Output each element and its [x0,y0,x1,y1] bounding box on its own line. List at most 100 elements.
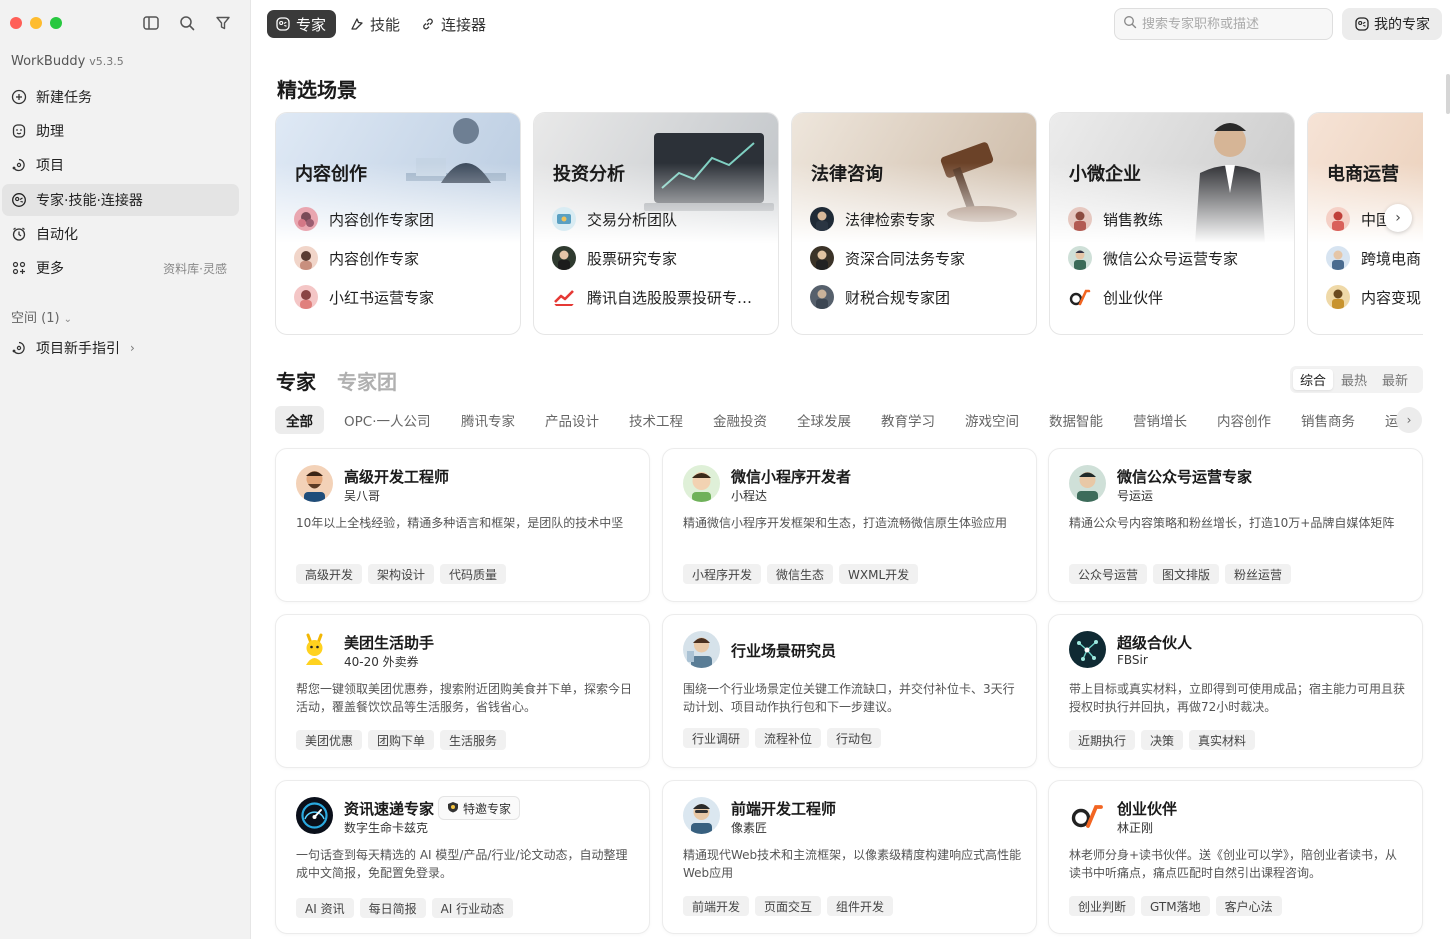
category-item[interactable]: 全球发展 [786,406,862,434]
expert-name: 高级开发工程师 [344,468,450,486]
expert-card[interactable]: 高级开发工程师 吴八哥 10年以上全栈经验，精通多种语言和框架，是团队的技术中坚… [275,448,650,602]
nav-assistant[interactable]: 助理 [2,115,239,147]
scene-item[interactable]: 财税合规专家团 [810,285,950,309]
scene-item[interactable]: 资深合同法务专家 [810,246,965,270]
scene-card-content-creation[interactable]: 内容创作 内容创作专家团 内容创作专家 小红书运营专家 [275,112,521,335]
category-item[interactable]: 营销增长 [1122,406,1198,434]
nav-more-extra[interactable]: 资料库·灵感 [163,260,227,277]
nav-project[interactable]: 项目 [2,149,239,181]
tab-experts[interactable]: 专家 [267,10,337,38]
tag: 粉丝运营 [1225,564,1292,584]
nav-experts-skills-connectors[interactable]: 专家·技能·连接器 [2,184,239,216]
project-icon [11,340,27,356]
version-label: v5.3.5 [89,55,124,68]
scene-item[interactable]: 小红书运营专家 [294,285,434,309]
tab-expert-teams[interactable]: 专家团 [337,366,397,395]
space-section-toggle[interactable]: 空间 (1) ⌄ [11,307,72,326]
scene-card-investment[interactable]: 投资分析 交易分析团队 股票研究专家 腾讯自选股股票投研专… [533,112,779,335]
category-item[interactable]: 数据智能 [1038,406,1114,434]
tag: 流程补位 [755,728,822,748]
expert-card[interactable]: 微信小程序开发者 小程达 精通微信小程序开发框架和生态，打造流畅微信原生体验应用… [662,448,1037,602]
automation-icon [11,226,27,242]
nav-project-guide[interactable]: 项目新手指引 › [2,332,239,364]
sort-comprehensive[interactable]: 综合 [1293,369,1334,390]
link-icon [420,16,436,32]
expert-card[interactable]: 前端开发工程师 像素匠 精通现代Web技术和主流框架，以像素级精度构建响应式高性… [662,780,1037,934]
window-zoom-button[interactable] [50,17,62,29]
scrollbar-thumb[interactable] [1446,74,1450,114]
expert-author: 小程达 [731,489,768,503]
category-next-button[interactable]: › [1396,407,1422,433]
scene-item[interactable]: 交易分析团队 [552,207,677,231]
carousel-next-button[interactable]: › [1384,204,1412,232]
nav-more[interactable]: 更多 资料库·灵感 [2,252,239,284]
expert-name: 微信公众号运营专家 [1117,468,1253,486]
expert-card[interactable]: 资讯速递专家 特邀专家 数字生命卡兹克 一句话查到每天精选的 AI 模型/产品/… [275,780,650,934]
category-all[interactable]: 全部 [275,406,324,434]
scene-item[interactable]: 内容创作专家 [294,246,419,270]
scene-item[interactable]: 内容变现 [1326,285,1421,309]
avatar [1069,465,1106,502]
scene-item[interactable]: 微信公众号运营专家 [1068,246,1238,270]
tab-connectors[interactable]: 连接器 [412,10,496,38]
shield-icon [447,801,459,816]
expert-card[interactable]: 创业伙伴 林正刚 林老师分身+读书伙伴。送《创业可以学》，陪创业者读书，从读书中… [1048,780,1423,934]
avatar [810,246,834,270]
tab-skills[interactable]: 技能 [341,10,410,38]
category-item[interactable]: OPC·一人公司 [333,406,441,434]
category-item[interactable]: 教育学习 [870,406,946,434]
search-icon [1123,15,1137,33]
nav-new-task[interactable]: 新建任务 [2,81,239,113]
window-minimize-button[interactable] [30,17,42,29]
category-bar: 全部 OPC·一人公司 腾讯专家 产品设计 技术工程 金融投资 全球发展 教育学… [275,406,1423,434]
expert-card[interactable]: 微信公众号运营专家 号运运 精通公众号内容策略和粉丝增长，打造10万+品牌自媒体… [1048,448,1423,602]
scene-item[interactable]: 股票研究专家 [552,246,677,270]
chevron-right-icon: › [130,341,135,355]
tag-list: 近期执行 决策 真实材料 [1069,730,1261,750]
search-input[interactable] [1142,16,1327,32]
search-icon[interactable] [178,14,196,32]
expert-name: 微信小程序开发者 [731,468,852,486]
scene-item[interactable]: 法律检索专家 [810,207,935,231]
avatar [810,285,834,309]
avatar [1326,285,1350,309]
filter-icon[interactable] [214,14,232,32]
nav-label: 项目新手指引 [36,341,120,357]
my-experts-button[interactable]: 我的专家 [1342,8,1442,40]
space-label: 空间 (1) [11,311,60,326]
category-item[interactable]: 内容创作 [1206,406,1282,434]
expert-card[interactable]: 美团生活助手 40-20 外卖券 帮您一键领取美团优惠券，搜索附近团购美食并下单… [275,614,650,768]
category-item[interactable]: 金融投资 [702,406,778,434]
tag: 团购下单 [368,730,435,750]
expert-description: 精通微信小程序开发框架和生态，打造流畅微信原生体验应用 [683,516,1008,530]
category-item[interactable]: 游戏空间 [954,406,1030,434]
nav-automation[interactable]: 自动化 [2,218,239,250]
tag: 微信生态 [767,564,834,584]
expert-card[interactable]: 超级合伙人 FBSir 带上目标或真实材料，立即得到可使用成品；宿主能力可用且获… [1048,614,1423,768]
expert-author: 40-20 外卖券 [344,655,419,669]
scene-card-small-business[interactable]: 小微企业 销售教练 微信公众号运营专家 创业伙伴 [1049,112,1295,335]
scene-item[interactable]: 腾讯自选股股票投研专… [552,285,752,309]
category-item[interactable]: 技术工程 [618,406,694,434]
scene-item[interactable]: 跨境电商 [1326,246,1421,270]
scene-item[interactable]: 创业伙伴 [1068,285,1163,309]
chevron-right-icon: › [1406,413,1412,427]
tag: 公众号运营 [1069,564,1148,584]
tag-list: 前端开发 页面交互 组件开发 [683,896,899,916]
window-close-button[interactable] [10,17,22,29]
scene-card-legal[interactable]: 法律咨询 法律检索专家 资深合同法务专家 财税合规专家团 [791,112,1037,335]
avatar [552,207,576,231]
sort-hottest[interactable]: 最热 [1334,369,1374,390]
expert-card[interactable]: 行业场景研究员 围绕一个行业场景定位关键工作流缺口，并交付补位卡、3天行动计划、… [662,614,1037,768]
category-item[interactable]: 腾讯专家 [450,406,526,434]
category-item[interactable]: 销售商务 [1290,406,1366,434]
category-item[interactable]: 产品设计 [534,406,610,434]
scene-item[interactable]: 内容创作专家团 [294,207,434,231]
scene-title: 电商运营 [1327,164,1399,185]
tab-experts-list[interactable]: 专家 [276,366,316,395]
sidebar-toggle-icon[interactable] [142,14,160,32]
sort-newest[interactable]: 最新 [1375,369,1415,390]
tag-list: 高级开发 架构设计 代码质量 [296,564,512,584]
expert-author: 数字生命卡兹克 [344,821,429,835]
scene-item[interactable]: 销售教练 [1068,207,1163,231]
